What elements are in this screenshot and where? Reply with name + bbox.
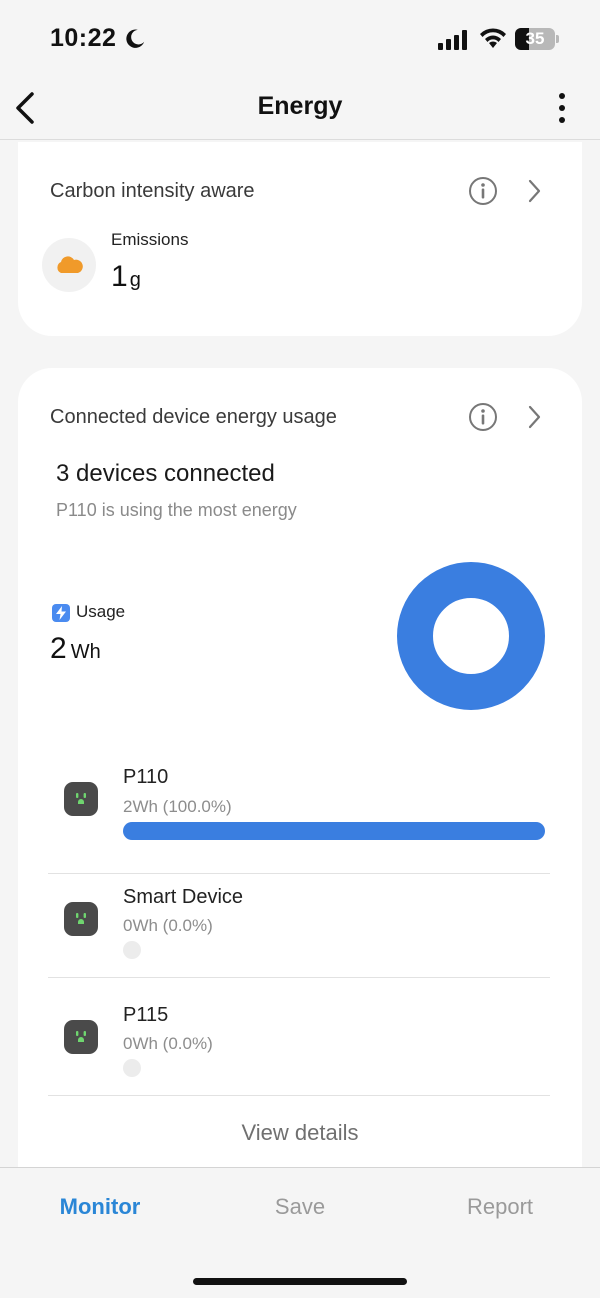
devices-connected: 3 devices connected [56, 460, 275, 487]
bottom-tab-bar: Monitor Save Report [0, 1167, 600, 1298]
cloud-icon-wrap [42, 238, 96, 292]
energy-card-title: Connected device energy usage [50, 406, 337, 428]
emissions-value: 1g [111, 260, 141, 294]
top-device-note: P110 is using the most energy [56, 500, 297, 520]
moon-icon [126, 29, 145, 48]
tab-save[interactable]: Save [200, 1194, 400, 1220]
chevron-right-icon[interactable] [524, 404, 544, 430]
emissions-label: Emissions [111, 230, 189, 249]
tab-monitor[interactable]: Monitor [0, 1194, 200, 1220]
view-details-button[interactable]: View details [18, 1120, 582, 1146]
device-usage-bar [123, 822, 545, 840]
more-vertical-icon[interactable] [552, 92, 572, 124]
device-row-smart-device[interactable]: Smart Device 0Wh (0.0%) [48, 860, 550, 978]
plug-icon [64, 902, 98, 936]
lightning-icon [52, 604, 70, 622]
device-usage: 0Wh (0.0%) [123, 916, 213, 935]
info-icon[interactable] [468, 176, 498, 206]
battery-icon: 35 [515, 28, 559, 50]
device-name: P110 [123, 766, 169, 788]
nav-header: Energy [0, 80, 600, 140]
page-title: Energy [257, 92, 343, 120]
status-time: 10:22 [50, 24, 117, 52]
emissions-unit: g [129, 269, 141, 291]
usage-value: 2 Wh [50, 632, 101, 666]
device-usage: 0Wh (0.0%) [123, 1034, 213, 1053]
status-bar: 10:22 35 [0, 0, 600, 80]
device-usage-bar-fill [123, 822, 545, 840]
energy-card: Connected device energy usage 3 devices … [18, 368, 582, 1168]
plug-icon [64, 782, 98, 816]
device-usage-bar-empty [123, 1059, 141, 1077]
device-name: Smart Device [123, 886, 244, 908]
usage-label: Usage [76, 602, 126, 621]
home-indicator [193, 1278, 407, 1285]
device-usage-bar-empty [123, 941, 141, 959]
device-row-p110[interactable]: P110 2Wh (100.0%) [48, 756, 550, 874]
emissions-number: 1 [111, 260, 128, 293]
device-name: P115 [123, 1004, 169, 1026]
wifi-icon [480, 28, 506, 48]
battery-level: 35 [525, 29, 545, 48]
device-row-p115[interactable]: P115 0Wh (0.0%) [48, 978, 550, 1096]
cloud-icon [57, 256, 83, 273]
info-icon[interactable] [468, 402, 498, 432]
chevron-right-icon[interactable] [524, 178, 544, 204]
carbon-card-title: Carbon intensity aware [50, 180, 255, 202]
donut-segment-p110 [397, 562, 545, 710]
usage-number: 2 [50, 632, 67, 665]
carbon-card[interactable]: Carbon intensity aware Emissions 1g [18, 142, 582, 336]
usage-unit: Wh [70, 641, 101, 663]
usage-donut-chart [397, 562, 545, 710]
plug-icon [64, 1020, 98, 1054]
tab-report[interactable]: Report [400, 1194, 600, 1220]
device-usage: 2Wh (100.0%) [123, 797, 232, 816]
signal-icon [438, 30, 467, 50]
